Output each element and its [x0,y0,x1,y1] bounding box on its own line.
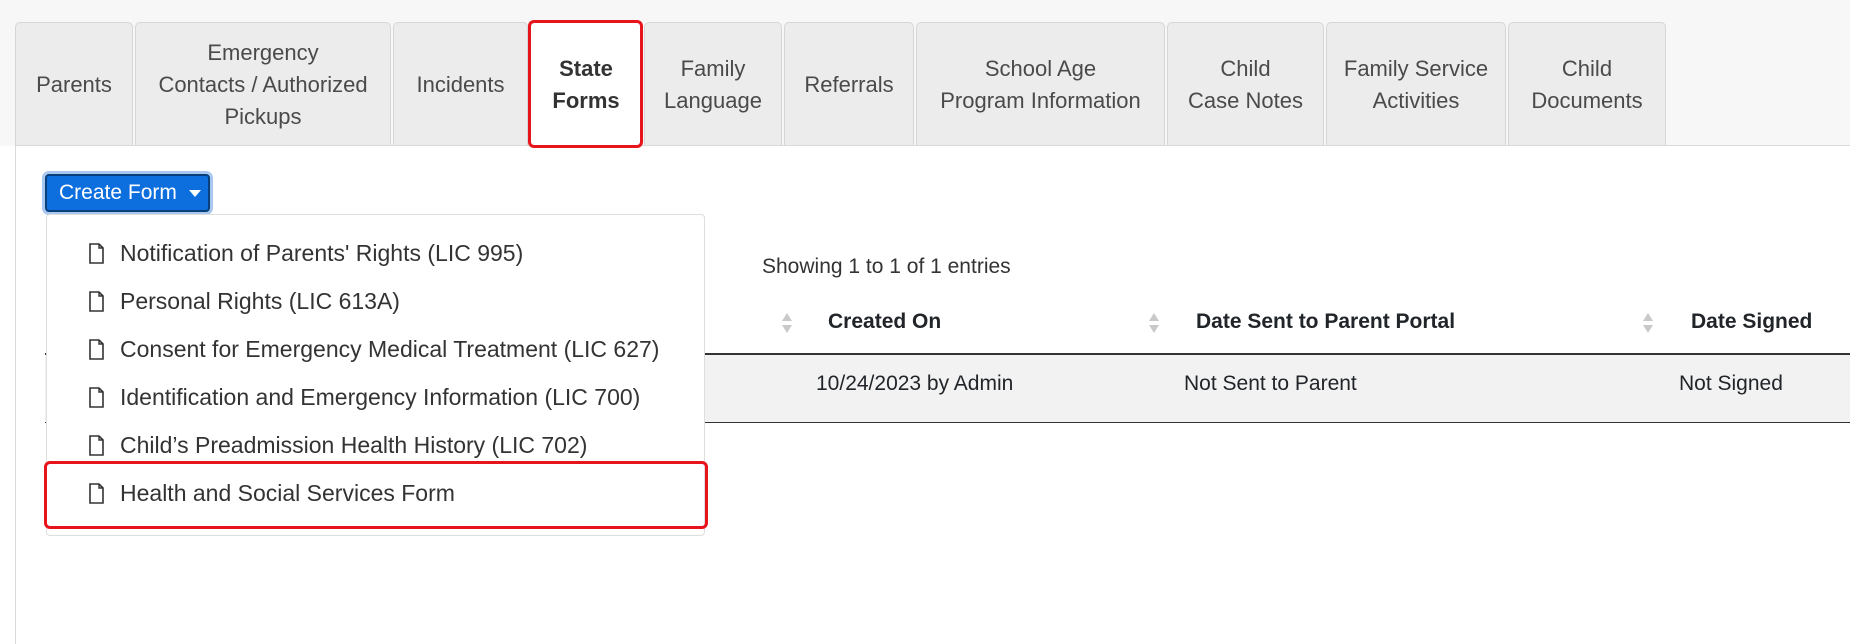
tab-family-service-activities[interactable]: Family Service Activities [1326,22,1506,146]
file-icon [89,386,104,408]
dropdown-item-lic-995[interactable]: Notification of Parents' Rights (LIC 995… [47,229,704,277]
dropdown-item-lic-700[interactable]: Identification and Emergency Information… [47,373,704,421]
file-icon [89,338,104,360]
sort-icon[interactable] [1643,313,1653,335]
create-form-button[interactable]: Create Form [45,174,210,212]
tab-school-age-program[interactable]: School Age Program Information [916,22,1165,146]
caret-down-icon [188,189,201,197]
tab-parents[interactable]: Parents [15,22,133,146]
file-icon [89,242,104,264]
tab-emergency-contacts[interactable]: Emergency Contacts / Authorized Pickups [135,22,391,146]
cell-created-on: 10/24/2023 by Admin [816,372,1014,395]
column-header-date-signed[interactable]: Date Signed [1691,310,1812,334]
file-icon [89,434,104,456]
dropdown-item-label: Notification of Parents' Rights (LIC 995… [120,239,524,266]
sort-icon[interactable] [782,313,792,335]
tab-state-forms[interactable]: State Forms [530,22,642,146]
column-header-created-on[interactable]: Created On [828,310,941,334]
file-icon [89,290,104,312]
create-form-label: Create Form [59,181,177,204]
dropdown-item-label: Consent for Emergency Medical Treatment … [120,335,660,362]
dropdown-item-lic-627[interactable]: Consent for Emergency Medical Treatment … [47,325,704,373]
dropdown-item-label: Child’s Preadmission Health History (LIC… [120,431,588,458]
tab-family-language[interactable]: Family Language [644,22,782,146]
file-icon [89,482,104,504]
create-form-dropdown: Notification of Parents' Rights (LIC 995… [46,214,705,536]
tab-bar: Parents Emergency Contacts / Authorized … [15,22,1668,146]
dropdown-item-label: Health and Social Services Form [120,479,455,506]
dropdown-item-health-social-services[interactable]: Health and Social Services Form [47,469,704,517]
tab-referrals[interactable]: Referrals [784,22,914,146]
cell-date-sent: Not Sent to Parent [1184,372,1357,395]
dropdown-item-label: Personal Rights (LIC 613A) [120,287,400,314]
tab-child-case-notes[interactable]: Child Case Notes [1167,22,1324,146]
tab-child-documents[interactable]: Child Documents [1508,22,1666,146]
dropdown-item-lic-613a[interactable]: Personal Rights (LIC 613A) [47,277,704,325]
column-header-date-sent[interactable]: Date Sent to Parent Portal [1196,310,1455,334]
entries-info: Showing 1 to 1 of 1 entries [762,255,1011,278]
dropdown-item-label: Identification and Emergency Information… [120,383,641,410]
dropdown-item-lic-702[interactable]: Child’s Preadmission Health History (LIC… [47,421,704,469]
sort-icon[interactable] [1149,313,1159,335]
cell-date-signed: Not Signed [1679,372,1783,395]
tab-incidents[interactable]: Incidents [393,22,528,146]
